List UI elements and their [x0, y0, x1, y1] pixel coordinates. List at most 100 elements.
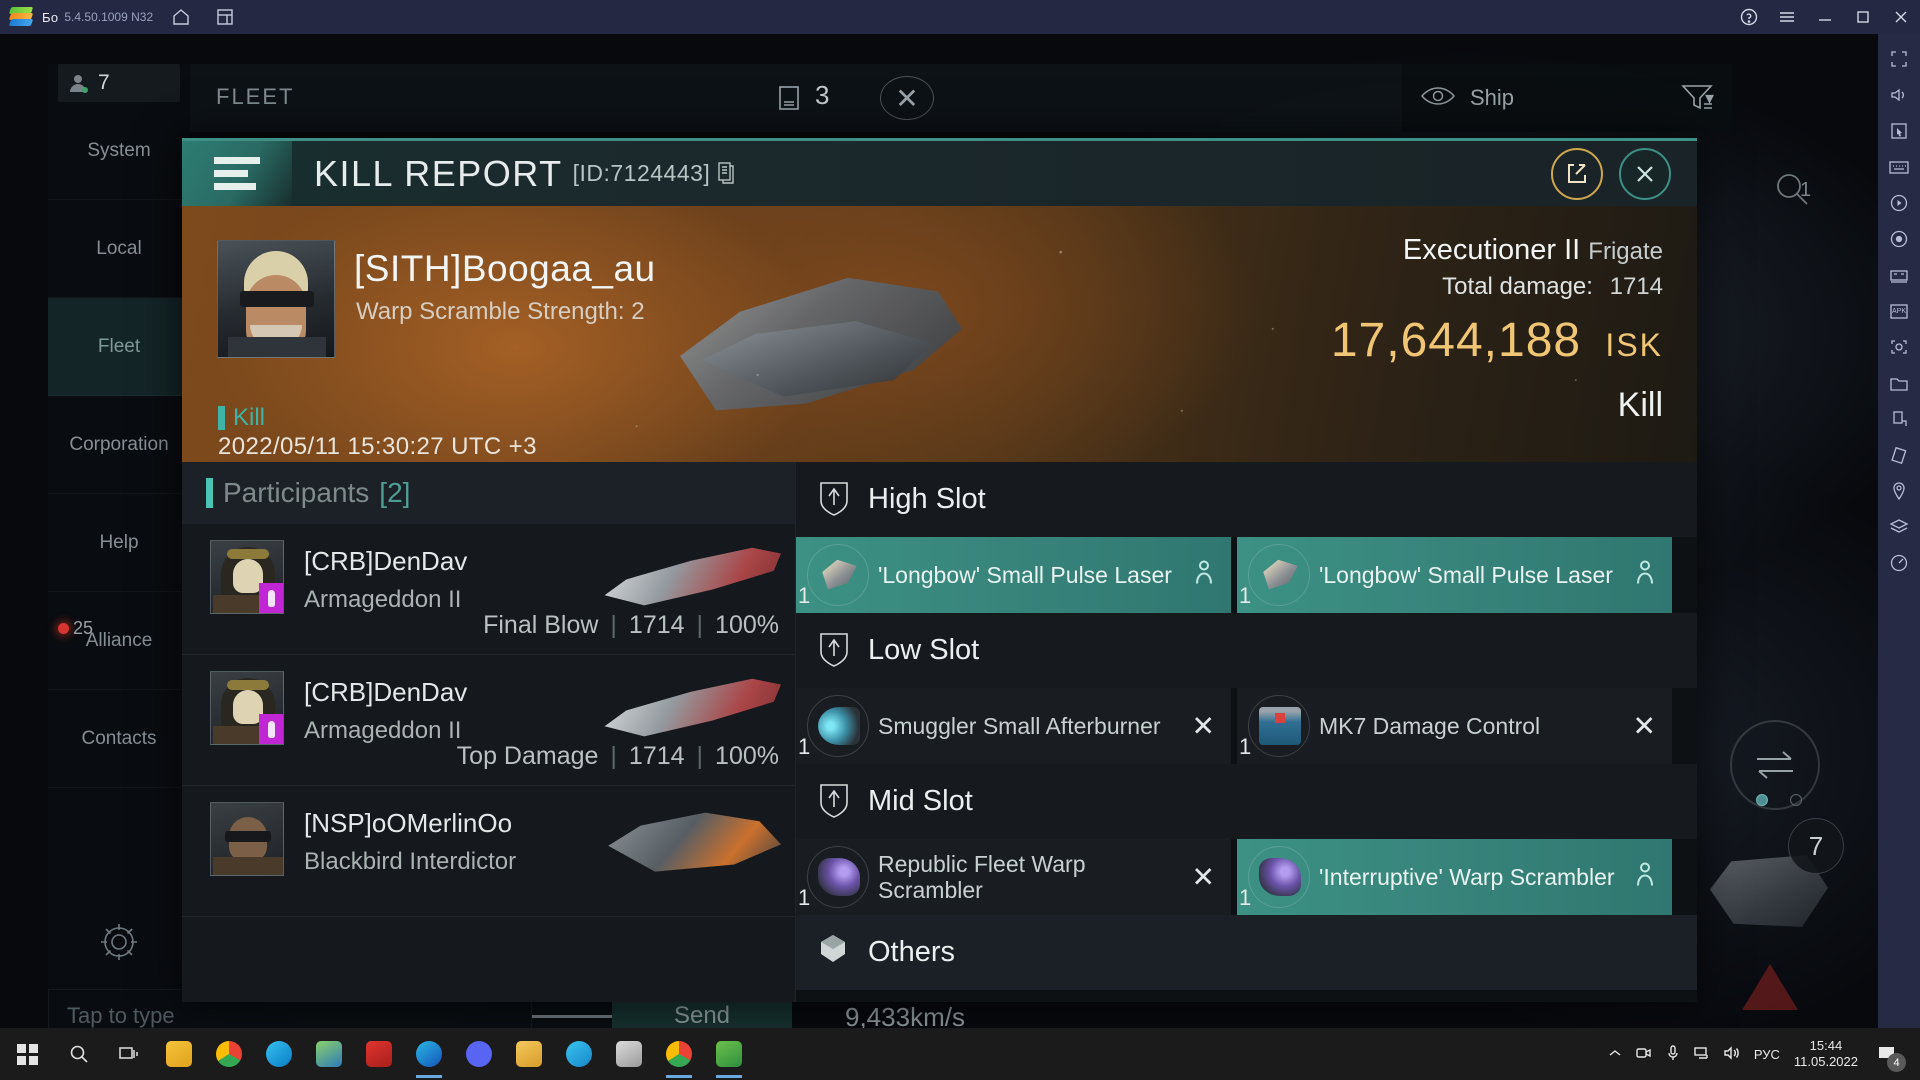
volume-icon[interactable] [1724, 1045, 1740, 1063]
player-count-pill[interactable]: 7 [58, 64, 180, 102]
sidebar-item-fleet[interactable]: Fleet [48, 298, 190, 396]
fullscreen-icon[interactable] [1882, 42, 1916, 76]
calculator-icon[interactable] [304, 1028, 354, 1080]
x-icon[interactable]: ✕ [1192, 710, 1215, 743]
separator: | [610, 742, 617, 770]
gear-icon[interactable] [48, 894, 190, 989]
camera-icon[interactable] [1636, 1046, 1652, 1063]
module-name: 'Interruptive' Warp Scrambler [1319, 863, 1615, 890]
filter-icon[interactable] [1680, 82, 1716, 114]
close-icon[interactable]: ✕ [880, 76, 934, 120]
location-icon[interactable] [1882, 474, 1916, 508]
participant-ship-image [604, 547, 781, 606]
slot-title: Others [868, 936, 956, 968]
fitting-item[interactable]: 1 'Longbow' Small Pulse Laser [796, 537, 1231, 613]
task-view-icon[interactable] [104, 1028, 154, 1080]
slot-shield-icon [818, 479, 854, 521]
total-damage: Total damage: 1714 [1331, 273, 1663, 301]
minimize-icon[interactable] [1806, 0, 1844, 34]
mail-icon[interactable] [354, 1028, 404, 1080]
bluestacks-icon[interactable] [704, 1028, 754, 1080]
sidebar-item-alliance[interactable]: 25 Alliance [48, 592, 190, 690]
media-folder-icon[interactable] [1882, 366, 1916, 400]
person-icon[interactable] [1634, 862, 1656, 893]
fitting-item[interactable]: 1 Republic Fleet Warp Scrambler ✕ [796, 839, 1231, 915]
station-marker[interactable]: 7 [1700, 818, 1850, 954]
person-icon[interactable] [1193, 560, 1215, 591]
keyboard-icon[interactable] [1882, 150, 1916, 184]
screenshot-icon[interactable] [1882, 330, 1916, 364]
skype-icon[interactable] [554, 1028, 604, 1080]
close-button[interactable] [1619, 147, 1671, 200]
sidebar-item-corporation[interactable]: Corporation [48, 396, 190, 494]
record-icon[interactable] [1882, 222, 1916, 256]
participant-tag: Final Blow [483, 611, 599, 639]
hud-page-dots[interactable] [1756, 794, 1802, 806]
folder-icon[interactable] [504, 1028, 554, 1080]
multi-instance-manager-icon[interactable] [1882, 258, 1916, 292]
module-name: Republic Fleet Warp Scrambler [878, 850, 1086, 903]
person-icon[interactable] [1634, 560, 1656, 591]
edge-legacy-icon[interactable] [254, 1028, 304, 1080]
shake-icon[interactable] [1882, 438, 1916, 472]
macro-play-icon[interactable] [1882, 186, 1916, 220]
multi-instance-icon[interactable] [209, 4, 241, 30]
volume-icon[interactable] [1882, 78, 1916, 112]
victim-banner: [SITH]Boogaa_au Warp Scramble Strength: … [182, 206, 1697, 462]
language-indicator[interactable]: РУС [1754, 1047, 1780, 1062]
search-icon[interactable] [54, 1028, 104, 1080]
start-icon[interactable] [0, 1028, 54, 1080]
section-bar [206, 478, 213, 508]
x-icon[interactable]: ✕ [1192, 861, 1215, 894]
network-icon[interactable] [1694, 1046, 1710, 1063]
chevron-up-icon[interactable] [1608, 1046, 1622, 1063]
close-icon[interactable] [1882, 0, 1920, 34]
chrome2-icon[interactable] [654, 1028, 704, 1080]
edge-icon[interactable] [404, 1028, 454, 1080]
participants-title: Participants [223, 477, 370, 508]
home-icon[interactable] [165, 4, 197, 30]
rotate-icon[interactable] [1882, 402, 1916, 436]
fitting-item[interactable]: 1 Smuggler Small Afterburner ✕ [796, 688, 1231, 764]
fitting-item[interactable]: 1 'Longbow' Small Pulse Laser [1237, 537, 1672, 613]
discord-icon[interactable] [454, 1028, 504, 1080]
paint-icon[interactable] [604, 1028, 654, 1080]
slot-shield-icon [818, 630, 854, 672]
menu-icon[interactable] [1768, 0, 1806, 34]
bluestacks-titlebar: Бо 5.4.50.1009 N32 [0, 0, 1920, 34]
hamburger-icon[interactable] [182, 141, 292, 206]
layers-icon[interactable] [1882, 510, 1916, 544]
gauge-icon[interactable] [1882, 546, 1916, 580]
game-sidebar: 7 System Local Fleet Corporation Help 25… [48, 64, 190, 989]
file-explorer-icon[interactable] [154, 1028, 204, 1080]
module-icon [800, 691, 878, 761]
clock[interactable]: 15:44 11.05.2022 [1794, 1038, 1858, 1071]
notification-icon[interactable]: 4 [1872, 1039, 1906, 1072]
table-row[interactable]: [CRB]DenDav Armageddon II Top Damage | 1… [182, 655, 795, 786]
sidebar-item-label: Help [99, 531, 139, 553]
slot-title: Low Slot [868, 634, 980, 666]
fitting-item[interactable]: 1 'Interruptive' Warp Scrambler [1237, 839, 1672, 915]
sidebar-item-local[interactable]: Local [48, 200, 190, 298]
sidebar-item-contacts[interactable]: Contacts [48, 690, 190, 788]
participant-damage: 1714 [628, 611, 685, 639]
player-count: 7 [98, 71, 110, 94]
sidebar-item-system[interactable]: System [48, 102, 190, 200]
install-apk-icon[interactable]: APK [1882, 294, 1916, 328]
panel-icon[interactable] [775, 84, 805, 114]
table-row[interactable]: [NSP]oOMerlinOo Blackbird Interdictor [182, 786, 795, 917]
sidebar-item-help[interactable]: Help [48, 494, 190, 592]
sidebar-item-label: Corporation [69, 433, 169, 455]
slot-row-high: 1 'Longbow' Small Pulse Laser 1 'Longbow… [796, 537, 1697, 613]
help-icon[interactable] [1730, 0, 1768, 34]
microphone-icon[interactable] [1666, 1044, 1680, 1064]
participant-percent: 100% [715, 611, 779, 639]
copy-icon[interactable] [716, 161, 738, 187]
table-row[interactable]: [CRB]DenDav Armageddon II Final Blow | 1… [182, 524, 795, 655]
x-icon[interactable]: ✕ [1633, 710, 1656, 743]
fitting-item[interactable]: 1 MK7 Damage Control ✕ [1237, 688, 1672, 764]
cursor-icon[interactable] [1882, 114, 1916, 148]
chrome-icon[interactable] [204, 1028, 254, 1080]
maximize-icon[interactable] [1844, 0, 1882, 34]
share-button[interactable] [1551, 147, 1603, 200]
